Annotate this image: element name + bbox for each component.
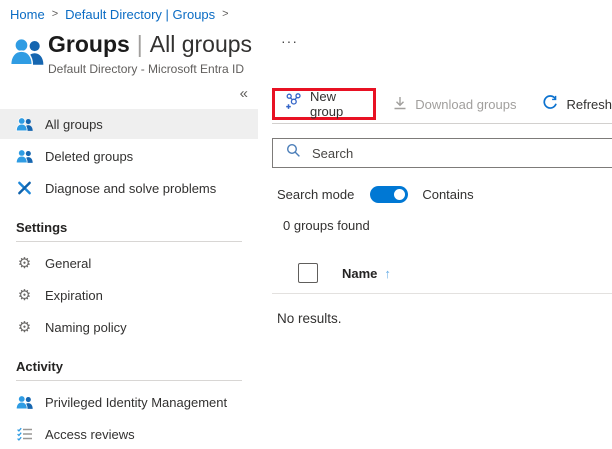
sidebar-section-activity: Activity Privileged Identity Management bbox=[0, 356, 258, 449]
sidebar-item-all-groups[interactable]: All groups bbox=[0, 109, 258, 139]
section-divider bbox=[16, 241, 242, 242]
breadcrumb: Home > Default Directory | Groups > bbox=[10, 7, 236, 22]
search-mode-label: Search mode bbox=[277, 187, 354, 202]
people-icon bbox=[16, 395, 33, 410]
download-groups-label: Download groups bbox=[415, 97, 516, 112]
no-results-text: No results. bbox=[277, 311, 612, 326]
toolbar-divider bbox=[272, 123, 612, 124]
sidebar-item-label: All groups bbox=[45, 117, 103, 132]
download-groups-button[interactable]: Download groups bbox=[393, 96, 516, 113]
people-icon bbox=[16, 149, 33, 164]
section-divider bbox=[16, 380, 242, 381]
sidebar-item-label: Expiration bbox=[45, 288, 103, 303]
sidebar-item-label: Diagnose and solve problems bbox=[45, 181, 216, 196]
refresh-label: Refresh bbox=[566, 97, 612, 112]
gear-icon: ⚙ bbox=[16, 256, 33, 271]
sort-ascending-icon[interactable]: ↑ bbox=[384, 266, 391, 281]
breadcrumb-separator-icon: > bbox=[215, 8, 235, 20]
groups-count: 0 groups found bbox=[283, 218, 612, 233]
page-title-separator: | bbox=[130, 31, 150, 57]
main-content: New group Download groups Refresh bbox=[272, 85, 612, 326]
select-all-checkbox[interactable] bbox=[298, 263, 318, 283]
sidebar-item-deleted-groups[interactable]: Deleted groups bbox=[0, 141, 258, 171]
refresh-button[interactable]: Refresh bbox=[542, 95, 612, 114]
sidebar-item-label: Naming policy bbox=[45, 320, 127, 335]
sidebar-item-naming-policy[interactable]: ⚙ Naming policy bbox=[0, 312, 258, 342]
section-title: Settings bbox=[0, 217, 258, 237]
breadcrumb-home-link[interactable]: Home bbox=[10, 7, 45, 22]
page-title-main: Groups bbox=[48, 31, 130, 57]
breadcrumb-separator-icon: > bbox=[45, 8, 65, 20]
download-icon bbox=[393, 96, 407, 113]
refresh-icon bbox=[542, 95, 558, 114]
search-mode-value: Contains bbox=[422, 187, 473, 202]
page-subtitle: Default Directory - Microsoft Entra ID bbox=[48, 62, 244, 76]
sidebar-item-label: Privileged Identity Management bbox=[45, 395, 227, 410]
table-header: Name ↑ bbox=[272, 263, 612, 294]
tools-icon bbox=[16, 181, 33, 195]
sidebar: « All groups Deleted groups Diagnose and bbox=[0, 85, 258, 447]
search-icon bbox=[286, 143, 301, 163]
sidebar-item-label: Deleted groups bbox=[45, 149, 133, 164]
new-group-icon bbox=[285, 93, 302, 115]
section-title: Activity bbox=[0, 356, 258, 376]
page-title-section: All groups bbox=[150, 31, 252, 57]
name-column-header[interactable]: Name bbox=[342, 266, 377, 281]
sidebar-item-label: General bbox=[45, 256, 91, 271]
sidebar-section-settings: Settings ⚙ General ⚙ Expiration ⚙ Naming… bbox=[0, 217, 258, 342]
sidebar-item-general[interactable]: ⚙ General bbox=[0, 248, 258, 278]
search-input[interactable] bbox=[312, 146, 612, 161]
people-icon bbox=[16, 117, 33, 132]
sidebar-item-pim[interactable]: Privileged Identity Management bbox=[0, 387, 258, 417]
gear-icon: ⚙ bbox=[16, 288, 33, 303]
toggle-knob bbox=[394, 189, 405, 200]
page-title: Groups|All groups bbox=[48, 31, 252, 58]
sidebar-item-access-reviews[interactable]: Access reviews bbox=[0, 419, 258, 449]
more-options-icon[interactable]: ··· bbox=[281, 33, 298, 49]
sidebar-collapse-icon[interactable]: « bbox=[240, 85, 248, 102]
new-group-label: New group bbox=[310, 89, 363, 119]
checklist-icon bbox=[16, 427, 33, 441]
sidebar-item-expiration[interactable]: ⚙ Expiration bbox=[0, 280, 258, 310]
groups-page-icon bbox=[10, 37, 44, 72]
breadcrumb-directory-groups-link[interactable]: Default Directory | Groups bbox=[65, 7, 215, 22]
sidebar-item-label: Access reviews bbox=[45, 427, 135, 442]
toolbar: New group Download groups Refresh bbox=[272, 85, 612, 123]
sidebar-item-diagnose[interactable]: Diagnose and solve problems bbox=[0, 173, 258, 203]
new-group-button[interactable]: New group bbox=[272, 88, 376, 120]
gear-icon: ⚙ bbox=[16, 320, 33, 335]
search-box[interactable] bbox=[272, 138, 612, 168]
search-mode-row: Search mode Contains bbox=[277, 186, 612, 203]
search-mode-toggle[interactable] bbox=[370, 186, 408, 203]
